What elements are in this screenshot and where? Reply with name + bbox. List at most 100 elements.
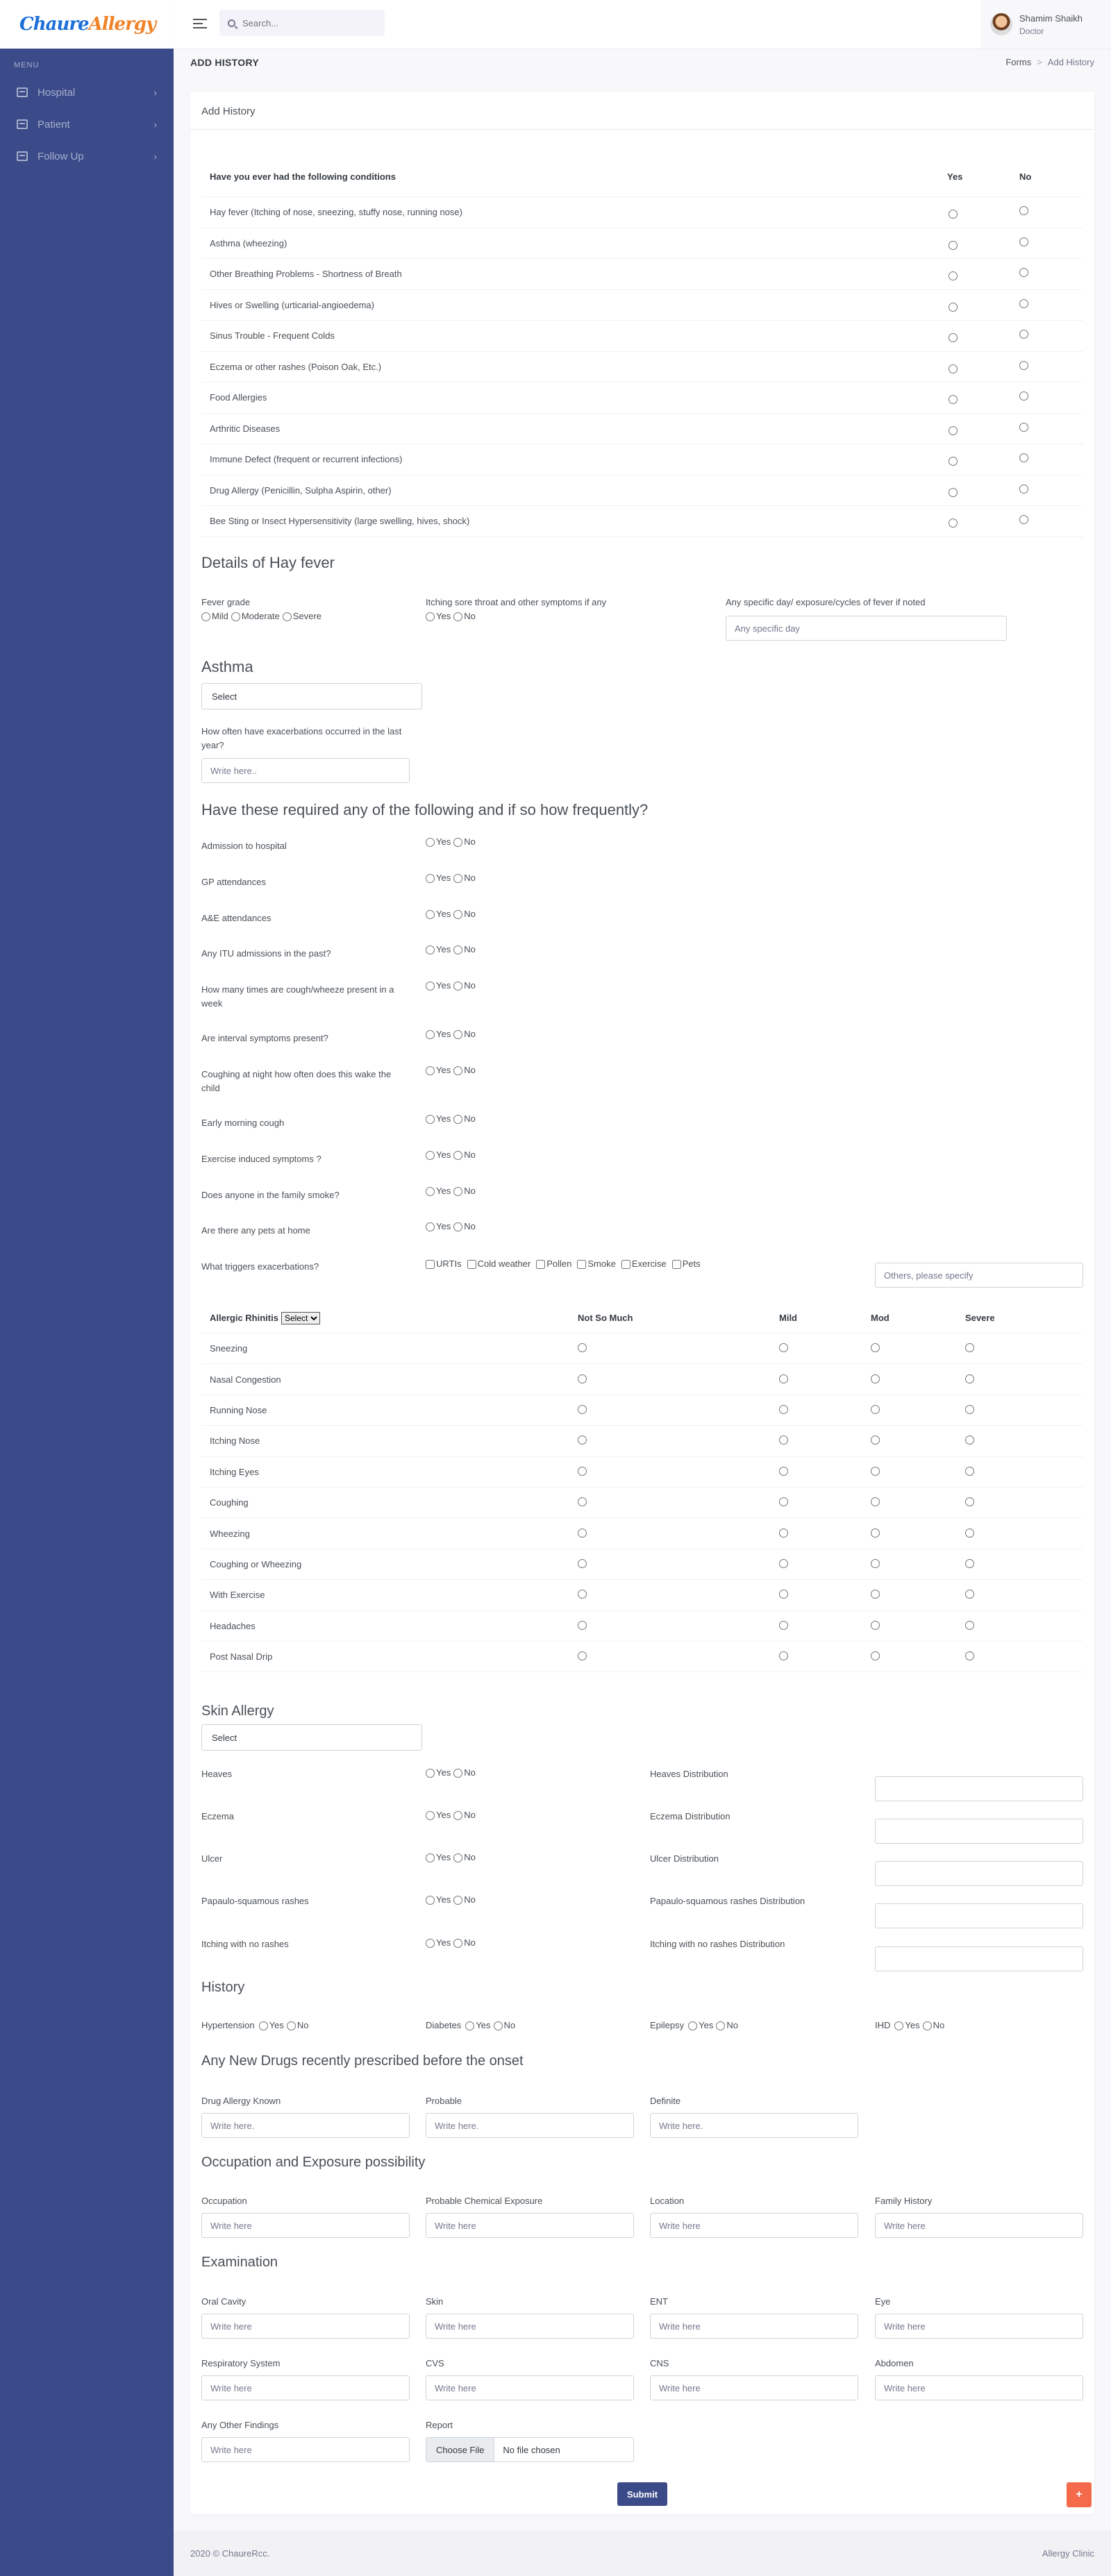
history-no-radio[interactable] xyxy=(286,2021,296,2031)
rhinitis-severity-radio[interactable] xyxy=(965,1466,974,1476)
exam-field-input[interactable] xyxy=(650,2314,858,2339)
skin-distribution-input[interactable] xyxy=(875,1861,1083,1886)
skin-distribution-input[interactable] xyxy=(875,1946,1083,1971)
skin-distribution-input[interactable] xyxy=(875,1819,1083,1844)
rhinitis-severity-radio[interactable] xyxy=(779,1405,788,1415)
drug-field-input[interactable] xyxy=(426,2113,634,2138)
frequency-yes-radio[interactable] xyxy=(426,1222,435,1232)
condition-no-radio[interactable] xyxy=(1019,453,1028,463)
condition-no-radio[interactable] xyxy=(1019,206,1028,216)
brand-logo[interactable]: Chaure Allergy xyxy=(0,0,174,49)
rhinitis-severity-radio[interactable] xyxy=(871,1590,880,1599)
frequency-yes-radio[interactable] xyxy=(426,874,435,884)
condition-no-radio[interactable] xyxy=(1019,298,1028,308)
rhinitis-severity-radio[interactable] xyxy=(578,1558,587,1568)
frequency-no-radio[interactable] xyxy=(453,1115,463,1125)
rhinitis-severity-radio[interactable] xyxy=(578,1343,587,1353)
frequency-yes-radio[interactable] xyxy=(426,945,435,955)
skin-yes-radio[interactable] xyxy=(426,1853,435,1863)
exam-field-input[interactable] xyxy=(875,2314,1083,2339)
condition-yes-radio[interactable] xyxy=(949,487,958,497)
history-no-radio[interactable] xyxy=(922,2021,932,2031)
frequency-yes-radio[interactable] xyxy=(426,838,435,848)
occupation-field-input[interactable] xyxy=(426,2213,634,2238)
sidebar-item-patient[interactable]: Patient › xyxy=(0,108,174,140)
rhinitis-severity-radio[interactable] xyxy=(965,1651,974,1661)
frequency-no-radio[interactable] xyxy=(453,982,463,991)
submit-button[interactable]: Submit xyxy=(617,2482,667,2506)
rhinitis-severity-radio[interactable] xyxy=(965,1528,974,1538)
rhinitis-severity-radio[interactable] xyxy=(578,1436,587,1445)
condition-yes-radio[interactable] xyxy=(949,333,958,343)
skin-no-radio[interactable] xyxy=(453,1769,463,1778)
frequency-no-radio[interactable] xyxy=(453,874,463,884)
exam-field-input[interactable] xyxy=(650,2375,858,2400)
history-no-radio[interactable] xyxy=(716,2021,726,2031)
frequency-no-radio[interactable] xyxy=(453,1030,463,1040)
itching-no-radio[interactable] xyxy=(453,612,463,622)
rhinitis-severity-radio[interactable] xyxy=(871,1620,880,1630)
trigger-checkbox-smoke[interactable] xyxy=(577,1260,587,1270)
add-button[interactable]: + xyxy=(1067,2482,1092,2507)
rhinitis-severity-radio[interactable] xyxy=(578,1374,587,1383)
history-yes-radio[interactable] xyxy=(465,2021,475,2031)
condition-yes-radio[interactable] xyxy=(949,426,958,435)
condition-yes-radio[interactable] xyxy=(949,210,958,219)
rhinitis-severity-radio[interactable] xyxy=(871,1405,880,1415)
rhinitis-severity-radio[interactable] xyxy=(578,1405,587,1415)
frequency-yes-radio[interactable] xyxy=(426,982,435,991)
skin-distribution-input[interactable] xyxy=(875,1903,1083,1928)
condition-no-radio[interactable] xyxy=(1019,515,1028,525)
rhinitis-severity-radio[interactable] xyxy=(578,1590,587,1599)
frequency-no-radio[interactable] xyxy=(453,945,463,955)
condition-yes-radio[interactable] xyxy=(949,395,958,405)
rhinitis-severity-radio[interactable] xyxy=(578,1466,587,1476)
exacerbations-input[interactable] xyxy=(201,758,410,783)
skin-no-radio[interactable] xyxy=(453,1811,463,1821)
condition-no-radio[interactable] xyxy=(1019,330,1028,339)
skin-allergy-select[interactable]: Select xyxy=(201,1724,422,1751)
frequency-yes-radio[interactable] xyxy=(426,1115,435,1125)
rhinitis-severity-radio[interactable] xyxy=(779,1528,788,1538)
trigger-checkbox-urtis[interactable] xyxy=(426,1260,435,1270)
rhinitis-severity-radio[interactable] xyxy=(779,1651,788,1661)
rhinitis-severity-radio[interactable] xyxy=(871,1374,880,1383)
rhinitis-severity-radio[interactable] xyxy=(779,1620,788,1630)
exam-field-input[interactable] xyxy=(201,2314,410,2339)
condition-yes-radio[interactable] xyxy=(949,240,958,250)
asthma-select[interactable]: Select xyxy=(201,683,422,709)
skin-no-radio[interactable] xyxy=(453,1896,463,1905)
frequency-no-radio[interactable] xyxy=(453,838,463,848)
exam-field-input[interactable] xyxy=(426,2375,634,2400)
others-specify-input[interactable] xyxy=(875,1263,1083,1288)
condition-no-radio[interactable] xyxy=(1019,422,1028,432)
rhinitis-severity-radio[interactable] xyxy=(965,1405,974,1415)
condition-yes-radio[interactable] xyxy=(949,457,958,466)
rhinitis-select[interactable]: Select xyxy=(281,1311,320,1324)
rhinitis-severity-radio[interactable] xyxy=(779,1590,788,1599)
frequency-no-radio[interactable] xyxy=(453,1066,463,1076)
rhinitis-severity-radio[interactable] xyxy=(578,1528,587,1538)
occupation-field-input[interactable] xyxy=(650,2213,858,2238)
frequency-no-radio[interactable] xyxy=(453,1187,463,1197)
rhinitis-severity-radio[interactable] xyxy=(965,1620,974,1630)
condition-no-radio[interactable] xyxy=(1019,360,1028,370)
frequency-yes-radio[interactable] xyxy=(426,1151,435,1161)
skin-yes-radio[interactable] xyxy=(426,1811,435,1821)
condition-no-radio[interactable] xyxy=(1019,237,1028,246)
frequency-no-radio[interactable] xyxy=(453,910,463,920)
rhinitis-severity-radio[interactable] xyxy=(965,1558,974,1568)
trigger-checkbox-pollen[interactable] xyxy=(536,1260,546,1270)
breadcrumb-forms[interactable]: Forms xyxy=(1005,57,1031,67)
rhinitis-severity-radio[interactable] xyxy=(779,1374,788,1383)
drug-field-input[interactable] xyxy=(201,2113,410,2138)
rhinitis-severity-radio[interactable] xyxy=(965,1374,974,1383)
frequency-yes-radio[interactable] xyxy=(426,1066,435,1076)
trigger-checkbox-exercise[interactable] xyxy=(621,1260,630,1270)
frequency-no-radio[interactable] xyxy=(453,1222,463,1232)
rhinitis-severity-radio[interactable] xyxy=(779,1497,788,1507)
rhinitis-severity-radio[interactable] xyxy=(965,1590,974,1599)
condition-no-radio[interactable] xyxy=(1019,268,1028,278)
condition-yes-radio[interactable] xyxy=(949,364,958,373)
exam-field-input[interactable] xyxy=(875,2375,1083,2400)
